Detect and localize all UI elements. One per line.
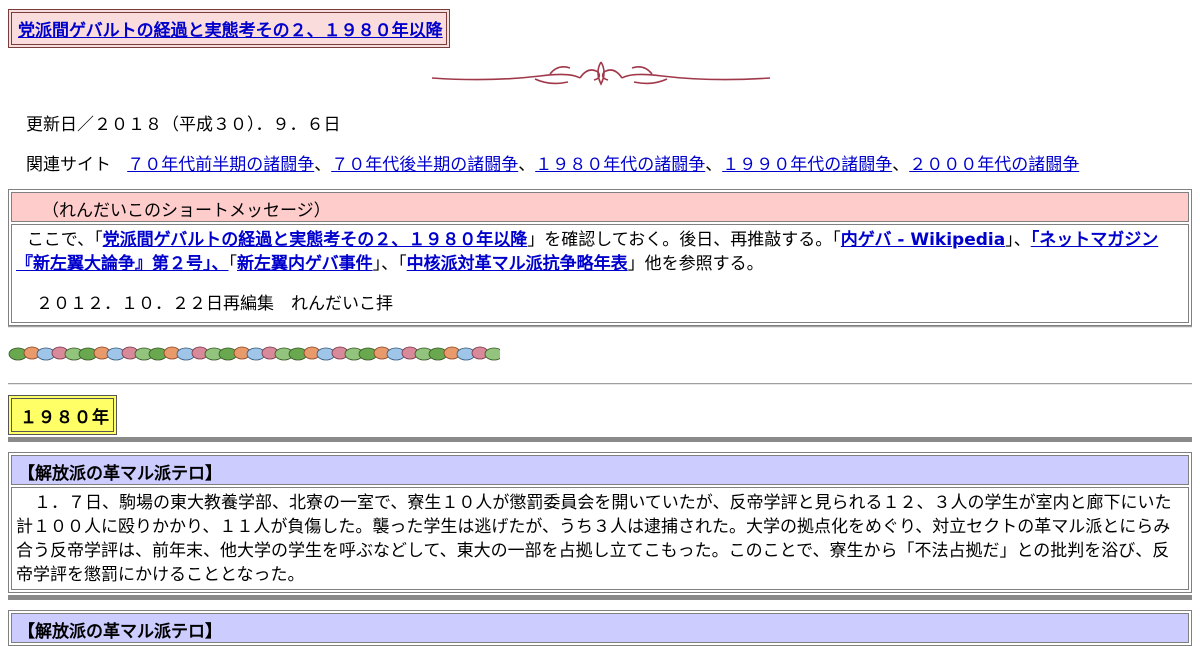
section-heading: 【解放派の革マル派テロ】 (11, 455, 1189, 485)
section-body: １．７日、駒場の東大教養学部、北寮の一室で、寮生１０人が懲罰委員会を開いていたが… (11, 487, 1189, 590)
message-text: 」、「 (372, 254, 407, 274)
page-title-link[interactable]: 党派間ゲバルトの経過と実態考その２、１９８０年以降 (18, 21, 443, 41)
message-text: 」、 (1005, 230, 1031, 250)
related-sites-label: 関連サイト (26, 155, 111, 175)
separator: 、 (705, 155, 723, 175)
updated-date: 更新日／２０１８（平成３０）．９．６日 (26, 115, 341, 135)
message-text: 」他を参照する。 (627, 254, 764, 274)
page-title-box: 党派間ゲバルトの経過と実態考その２、１９８０年以降 (8, 9, 450, 48)
related-link-70s-early[interactable]: ７０年代前半期の諸闘争 (127, 155, 314, 175)
horizontal-rule (8, 326, 1192, 328)
ornament-divider-icon (431, 61, 771, 86)
page-title: 党派間ゲバルトの経過と実態考その２、１９８０年以降 (11, 12, 447, 45)
horizontal-rule (8, 383, 1192, 385)
message-link-title[interactable]: 党派間ゲバルトの経過と実態考その２、１９８０年以降 (103, 230, 528, 250)
message-link-incidents[interactable]: 新左翼内ゲバ事件 (237, 254, 373, 274)
leaf-garland-icon (8, 346, 500, 361)
message-link-wikipedia[interactable]: 内ゲバ - Wikipedia (841, 230, 1005, 250)
year-heading: １９８０年 (11, 398, 114, 432)
section-heading: 【解放派の革マル派テロ】 (11, 613, 1189, 643)
message-text: 」を確認しておく。後日、再推敲する。「 (527, 230, 841, 250)
related-link-2000s[interactable]: ２０００年代の諸闘争 (909, 155, 1079, 175)
separator: 、 (518, 155, 536, 175)
section-divider (8, 437, 1192, 442)
section-card: 【解放派の革マル派テロ】 (8, 610, 1192, 646)
related-link-70s-late[interactable]: ７０年代後半期の諸闘争 (331, 155, 518, 175)
separator: 、 (314, 155, 332, 175)
separator: 、 (892, 155, 910, 175)
section-divider (8, 595, 1192, 600)
message-text: 「 (228, 254, 238, 274)
short-message-heading: （れんだいこのショートメッセージ） (11, 192, 1189, 222)
message-signature: ２０１２．１０．２２日再編集 れんだいこ拝 (36, 294, 393, 314)
message-text-intro: ここで、「 (26, 230, 103, 250)
short-message-box: （れんだいこのショートメッセージ） ここで、「党派間ゲバルトの経過と実態考その２… (8, 189, 1192, 326)
section-card: 【解放派の革マル派テロ】 １．７日、駒場の東大教養学部、北寮の一室で、寮生１０人… (8, 452, 1192, 593)
related-link-80s[interactable]: １９８０年代の諸闘争 (535, 155, 705, 175)
related-sites: 関連サイト ７０年代前半期の諸闘争、７０年代後半期の諸闘争、１９８０年代の諸闘争… (26, 150, 1079, 175)
related-link-90s[interactable]: １９９０年代の諸闘争 (722, 155, 892, 175)
message-link-chronology[interactable]: 中核派対革マル派抗争略年表 (407, 254, 628, 274)
short-message-body: ここで、「党派間ゲバルトの経過と実態考その２、１９８０年以降」を確認しておく。後… (11, 224, 1189, 323)
year-heading-box: １９８０年 (8, 395, 117, 435)
short-message-text: ここで、「党派間ゲバルトの経過と実態考その２、１９８０年以降」を確認しておく。後… (16, 228, 1184, 276)
